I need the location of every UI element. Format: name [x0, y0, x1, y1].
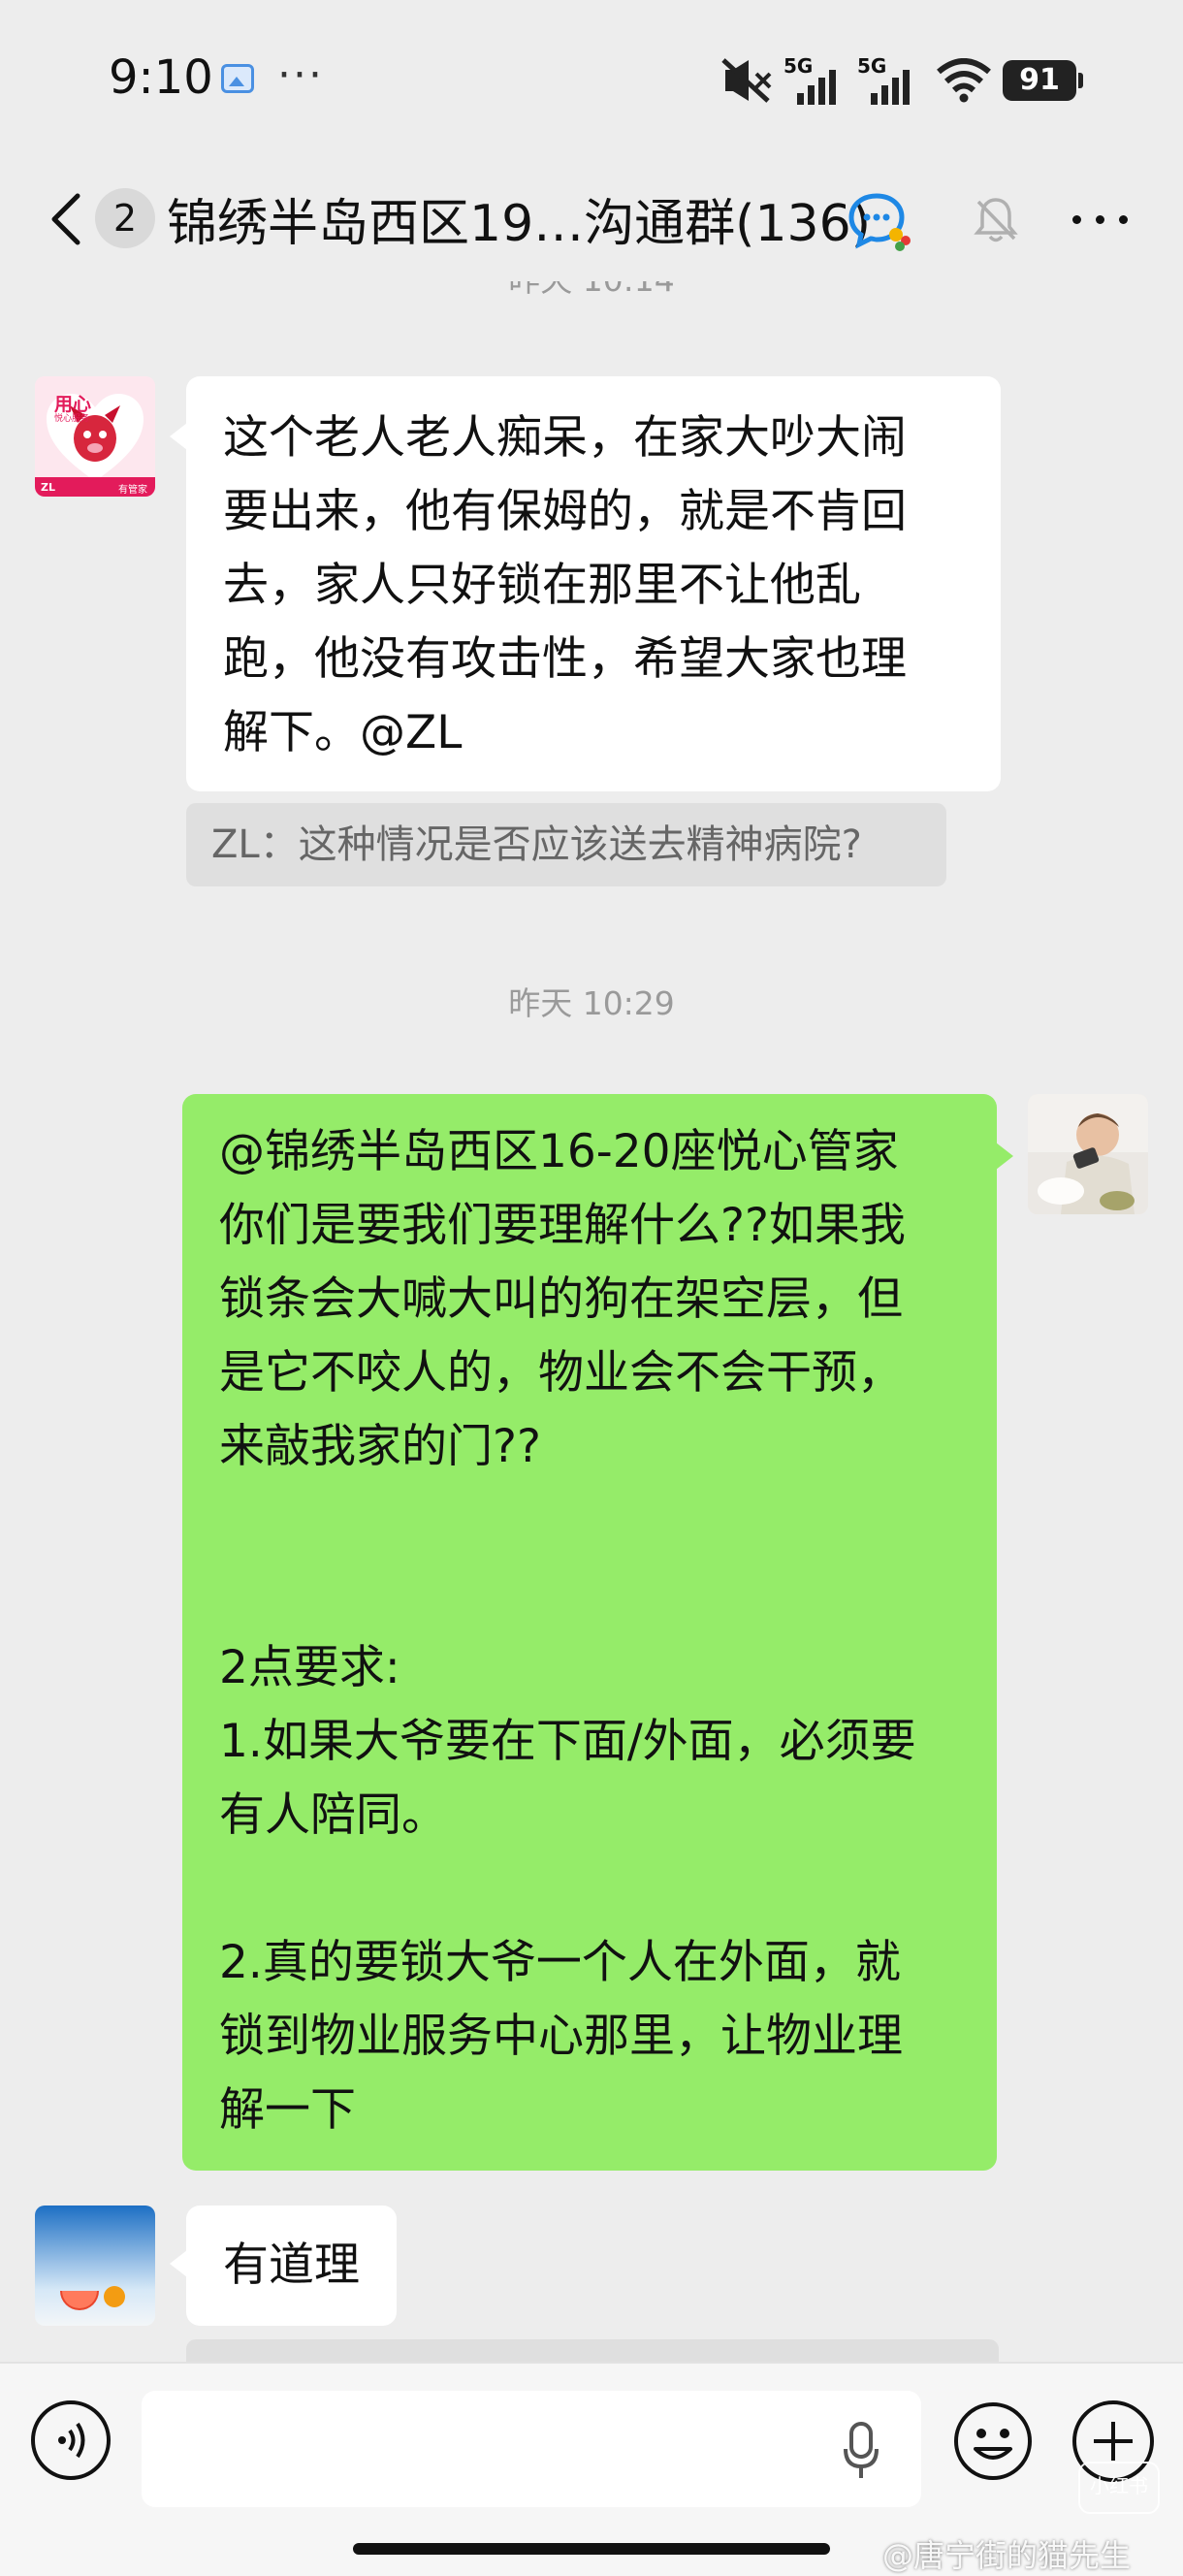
message-bubble[interactable]: 有道理 — [186, 2206, 397, 2326]
watermark-badge: 小红书 — [1078, 2462, 1160, 2514]
message-input[interactable] — [142, 2391, 921, 2507]
message-line: 跑，他没有攻击性，希望大家也理 — [223, 632, 907, 686]
message-line: @锦绣半岛西区16-20座悦心管家 — [219, 1125, 899, 1178]
quoted-reply-partial[interactable] — [186, 2339, 999, 2362]
battery-icon: 91 — [1003, 60, 1083, 101]
wifi-icon — [937, 58, 991, 103]
message-line: 锁条会大喊大叫的狗在架空层，但 — [219, 1272, 903, 1326]
message-line: 去，家人只好锁在那里不让他乱 — [223, 559, 861, 612]
message-line: 解一下 — [219, 2083, 356, 2137]
avatar-photo — [35, 2206, 155, 2326]
back-arrow-icon[interactable] — [48, 190, 83, 248]
message-line: 来敲我家的门?? — [219, 1420, 541, 1473]
voice-waves-icon — [58, 2422, 85, 2459]
watermark: @唐宁街的猫先生 — [882, 2537, 1132, 2574]
avatar[interactable] — [1028, 1094, 1148, 1214]
chat-title: 锦绣半岛西区19…沟通群(136) — [167, 195, 871, 253]
chat-header: 2 锦绣半岛西区19…沟通群(136) — [0, 155, 1183, 281]
message-bubble[interactable]: @锦绣半岛西区16-20座悦心管家 你们是要我们要理解什么??如果我 锁条会大喊大叫… — [182, 1094, 997, 2171]
unread-count-badge[interactable]: 2 — [95, 188, 155, 248]
microphone-icon[interactable] — [842, 2422, 880, 2480]
message-line: 要出来，他有保姆的，就是不肯回 — [223, 485, 907, 538]
message-line: 锁到物业服务中心那里，让物业理 — [219, 2010, 903, 2063]
avatar[interactable]: 用心 悦心服务 ZL 有管家 — [35, 376, 155, 497]
message-line: 1.如果大爷要在下面/外面，必须要 — [219, 1715, 916, 1768]
timestamp: 昨天 10:14 — [0, 281, 1183, 301]
bubble-tail — [170, 423, 187, 450]
bell-muted-icon — [974, 198, 1018, 242]
avatar[interactable] — [35, 2206, 155, 2326]
voice-icon[interactable] — [31, 2400, 111, 2480]
bubble-tail — [996, 1143, 1013, 1170]
message-list[interactable]: 昨天 10:14 用心 悦心服务 ZL 有管家 这个老人老人痴呆，在家大吵大闹要… — [0, 281, 1183, 2362]
message-line: 有人陪同。 — [219, 1788, 447, 1842]
message-line: 这个老人老人痴呆，在家大吵大闹 — [223, 411, 907, 465]
message-line: 解下。@ZL — [223, 706, 463, 759]
home-indicator[interactable] — [353, 2543, 830, 2555]
message-bubble[interactable]: 这个老人老人痴呆，在家大吵大闹 要出来，他有保姆的，就是不肯回 去，家人只好锁在那里… — [186, 376, 1001, 791]
gallery-icon — [221, 64, 254, 93]
quoted-reply[interactable]: ZL：这种情况是否应该送去精神病院? — [186, 803, 946, 886]
group-chat-icon[interactable] — [846, 190, 913, 252]
timestamp: 昨天 10:29 — [508, 984, 675, 1022]
avatar-illustration — [35, 376, 155, 497]
bubble-tail — [170, 2250, 187, 2277]
message-line: 是它不咬人的，物业会不会干预， — [219, 1346, 903, 1400]
avatar-tag: 有管家 — [118, 485, 147, 496]
status-time: 9:10 — [109, 50, 213, 105]
signal-icon: 5G — [783, 54, 846, 105]
more-icon[interactable] — [1071, 200, 1129, 239]
message-line: 2.真的要锁大爷一个人在外面，就 — [219, 1936, 901, 1989]
status-bar: 9:10 ··· 5G 5G 91 — [0, 0, 1183, 155]
message-line: 2点要求: — [219, 1641, 400, 1694]
status-more-icon: ··· — [277, 50, 324, 100]
avatar-brand: ZL — [41, 481, 55, 494]
avatar-photo — [1028, 1094, 1148, 1214]
mute-icon — [721, 58, 772, 103]
signal-icon: 5G — [857, 54, 919, 105]
message-line: 你们是要我们要理解什么??如果我 — [219, 1199, 906, 1252]
emoji-icon[interactable] — [952, 2400, 1034, 2482]
avatar-subtext: 悦心服务 — [54, 414, 90, 424]
